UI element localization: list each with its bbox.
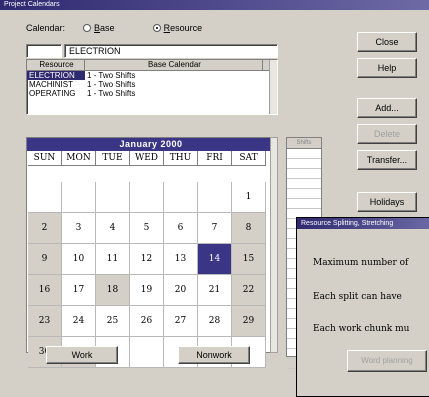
- shift-strip-header: Shifts: [287, 138, 321, 149]
- radio-resource-label: Resource: [163, 23, 203, 33]
- calendar-day[interactable]: 7: [198, 213, 232, 244]
- weekday-header: WED: [130, 151, 164, 166]
- resource-table-header: Resource Base Calendar: [27, 60, 277, 71]
- calendar-day[interactable]: 16: [28, 275, 62, 306]
- help-button[interactable]: Help: [357, 58, 417, 78]
- resource-table-scrollbar[interactable]: [269, 60, 277, 114]
- calendar-day[interactable]: 10: [62, 244, 96, 275]
- calendar-day[interactable]: 1: [232, 182, 266, 213]
- calendar-empty-cell: [28, 182, 62, 213]
- calendar-day[interactable]: 22: [232, 275, 266, 306]
- calendar-day[interactable]: 8: [232, 213, 266, 244]
- calendar-scrollbar[interactable]: [270, 137, 278, 353]
- close-button[interactable]: Close: [357, 32, 417, 52]
- calendar-day[interactable]: 20: [164, 275, 198, 306]
- row-calendar: 1 - Two Shifts: [87, 80, 136, 89]
- table-row[interactable]: OPERATING 1 - Two Shifts: [27, 89, 277, 98]
- dialog-line-work-chunk: Each work chunk mu: [313, 324, 410, 334]
- calendar-day[interactable]: 14: [198, 244, 232, 275]
- resource-name-field[interactable]: ELECTRION: [64, 44, 278, 58]
- transfer-button[interactable]: Transfer...: [357, 150, 417, 170]
- add-button[interactable]: Add...: [357, 98, 417, 118]
- row-calendar: 1 - Two Shifts: [87, 71, 136, 80]
- row-calendar: 1 - Two Shifts: [87, 89, 136, 98]
- window-title: Project Calendars: [0, 0, 429, 10]
- table-row[interactable]: MACHINIST 1 - Two Shifts: [27, 80, 277, 89]
- shift-slot: [287, 159, 321, 169]
- dialog-line-split-length: Each split can have: [313, 292, 402, 302]
- holidays-button[interactable]: Holidays: [357, 192, 417, 212]
- shift-slot: [287, 169, 321, 179]
- calendar-day[interactable]: 9: [28, 244, 62, 275]
- calendar-empty-cell: [62, 182, 96, 213]
- calendar-empty-cell: [96, 182, 130, 213]
- nonwork-button[interactable]: Nonwork: [178, 346, 250, 364]
- calendar-empty-cell: [164, 182, 198, 213]
- shift-slot: [287, 199, 321, 209]
- resource-splitting-dialog: Resource Splitting, Stretching Maximum n…: [296, 217, 429, 397]
- calendar-day[interactable]: 21: [198, 275, 232, 306]
- header-base-calendar[interactable]: Base Calendar: [85, 60, 263, 70]
- table-row[interactable]: ELECTRION 1 - Two Shifts: [27, 71, 277, 80]
- dialog-line-max-splits: Maximum number of: [313, 258, 409, 268]
- weekday-header: THU: [164, 151, 198, 166]
- shift-slot: [287, 189, 321, 199]
- calendar-day[interactable]: 5: [130, 213, 164, 244]
- month-calendar: January 2000 SUN MON TUE WED THU FRI SAT 1 2 3 4 5 6…: [26, 137, 276, 368]
- weekday-header: TUE: [96, 151, 130, 166]
- weekday-header: FRI: [198, 151, 232, 166]
- shift-slot: [287, 179, 321, 189]
- calendar-type-selector: Calendar: Base Resource: [26, 21, 202, 35]
- weekday-header: MON: [62, 151, 96, 166]
- calendar-day[interactable]: 2: [28, 213, 62, 244]
- weekday-header: SAT: [232, 151, 266, 166]
- calendar-day[interactable]: 28: [198, 306, 232, 337]
- calendar-empty-cell: [198, 182, 232, 213]
- calendar-day[interactable]: 29: [232, 306, 266, 337]
- calendar-grid: SUN MON TUE WED THU FRI SAT 1 2 3 4 5 6 7 8 9 10 11 12 13 14…: [28, 151, 275, 368]
- calendar-day[interactable]: 11: [96, 244, 130, 275]
- delete-button[interactable]: Delete: [357, 124, 417, 144]
- resource-table[interactable]: Resource Base Calendar ELECTRION 1 - Two…: [26, 59, 278, 115]
- month-title: January 2000: [27, 138, 275, 151]
- radio-base[interactable]: Base: [83, 23, 115, 33]
- calendar-day[interactable]: 4: [96, 213, 130, 244]
- shift-slot: [287, 149, 321, 159]
- radio-base-dot[interactable]: [83, 24, 92, 32]
- calendar-day[interactable]: 6: [164, 213, 198, 244]
- row-resource: OPERATING: [29, 89, 76, 98]
- calendar-day[interactable]: 17: [62, 275, 96, 306]
- resource-code-field[interactable]: [26, 44, 62, 58]
- row-resource: MACHINIST: [29, 80, 73, 89]
- radio-base-label: Base: [94, 23, 115, 33]
- header-resource[interactable]: Resource: [27, 60, 85, 70]
- work-button[interactable]: Work: [46, 346, 118, 364]
- calendar-day[interactable]: 23: [28, 306, 62, 337]
- dialog-action-button[interactable]: Word planning: [347, 350, 427, 372]
- calendar-empty-cell: [130, 182, 164, 213]
- radio-resource-dot[interactable]: [152, 24, 161, 32]
- row-resource: ELECTRION: [27, 71, 85, 80]
- calendar-day[interactable]: 19: [130, 275, 164, 306]
- calendar-day[interactable]: 3: [62, 213, 96, 244]
- calendar-day[interactable]: 18: [96, 275, 130, 306]
- dialog-title: Resource Splitting, Stretching: [297, 218, 429, 229]
- calendar-day[interactable]: 13: [164, 244, 198, 275]
- weekday-header: SUN: [28, 151, 62, 166]
- calendar-day[interactable]: 25: [96, 306, 130, 337]
- calendar-day[interactable]: 12: [130, 244, 164, 275]
- calendar-empty-cell: [130, 337, 164, 368]
- calendar-day[interactable]: 27: [164, 306, 198, 337]
- calendar-day[interactable]: 24: [62, 306, 96, 337]
- radio-resource[interactable]: Resource: [152, 23, 203, 33]
- calendar-day[interactable]: 26: [130, 306, 164, 337]
- calendar-day[interactable]: 15: [232, 244, 266, 275]
- calendar-label: Calendar:: [26, 23, 66, 33]
